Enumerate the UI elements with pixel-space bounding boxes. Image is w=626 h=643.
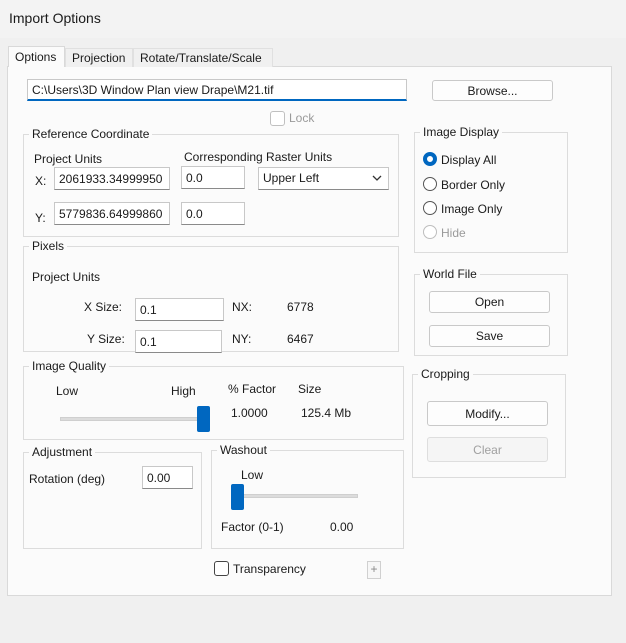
display-all-radio[interactable] [423,152,437,166]
quality-low-label: Low [56,384,79,398]
window-title: Import Options [9,10,101,26]
percent-factor-label: % Factor [228,382,277,396]
world-file-legend: World File [420,267,480,281]
transparency-label: Transparency [233,562,306,576]
size-value: 125.4 Mb [301,406,352,420]
image-display-legend: Image Display [420,125,503,139]
nx-label: NX: [232,300,253,314]
reference-coordinate-legend: Reference Coordinate [29,127,153,141]
y-size-input[interactable] [135,330,222,353]
hide-label: Hide [441,226,466,240]
washout-slider-thumb[interactable] [231,484,244,510]
display-all-label: Display All [441,153,497,167]
image-only-label: Image Only [441,202,503,216]
tab-projection[interactable]: Projection [65,48,133,67]
rotation-input[interactable] [142,466,193,489]
image-quality-legend: Image Quality [29,359,110,373]
world-file-save-button[interactable]: Save [429,325,550,347]
cropping-clear-button[interactable]: Clear [427,437,548,462]
x-size-input[interactable] [135,298,224,321]
ny-label: NY: [232,332,252,346]
world-file-open-button[interactable]: Open [429,291,550,313]
quality-slider-thumb[interactable] [197,406,210,432]
reference-project-units-label: Project Units [34,152,103,166]
cropping-legend: Cropping [418,367,473,381]
y-size-label: Y Size: [87,332,125,346]
quality-slider-track[interactable] [60,417,210,421]
x-label: X: [35,174,47,188]
washout-slider-track[interactable] [237,494,358,498]
washout-factor-label: Factor (0-1) [221,520,284,534]
y-label: Y: [35,211,46,225]
adjustment-legend: Adjustment [29,445,96,459]
raster-anchor-select[interactable]: Upper Left [258,167,389,190]
image-quality-group [23,366,404,440]
ny-value: 6467 [287,332,314,346]
transparency-checkbox[interactable] [214,561,229,576]
dialog-footer [0,598,626,643]
border-only-radio[interactable] [423,177,437,191]
browse-button[interactable]: Browse... [432,80,553,101]
project-x-input[interactable] [54,167,170,190]
lock-label: Lock [289,111,315,125]
tab-rotate-translate-scale[interactable]: Rotate/Translate/Scale [133,48,273,67]
border-only-label: Border Only [441,178,506,192]
rotation-label: Rotation (deg) [29,472,106,486]
percent-factor-value: 1.0000 [231,406,268,420]
raster-y-input[interactable] [181,202,245,225]
cropping-modify-button[interactable]: Modify... [427,401,548,426]
pixels-legend: Pixels [29,239,68,253]
image-only-radio[interactable] [423,201,437,215]
lock-checkbox[interactable] [270,111,285,126]
plus-icon[interactable]: + [367,561,381,579]
hide-radio[interactable] [423,225,437,239]
chevron-down-icon [372,175,382,181]
file-path-input[interactable] [27,79,407,101]
image-display-group [414,132,568,253]
raster-x-input[interactable] [181,166,245,189]
x-size-label: X Size: [84,300,123,314]
raster-anchor-value: Upper Left [263,171,320,185]
pixels-project-units-label: Project Units [32,270,101,284]
project-y-input[interactable] [54,202,170,225]
raster-units-label: Corresponding Raster Units [184,150,333,164]
nx-value: 6778 [287,300,314,314]
size-label: Size [298,382,322,396]
cropping-group [412,374,566,478]
washout-low-label: Low [241,468,264,482]
washout-factor-value: 0.00 [330,520,354,534]
washout-legend: Washout [217,443,270,457]
quality-high-label: High [171,384,196,398]
tab-options[interactable]: Options [8,46,65,67]
